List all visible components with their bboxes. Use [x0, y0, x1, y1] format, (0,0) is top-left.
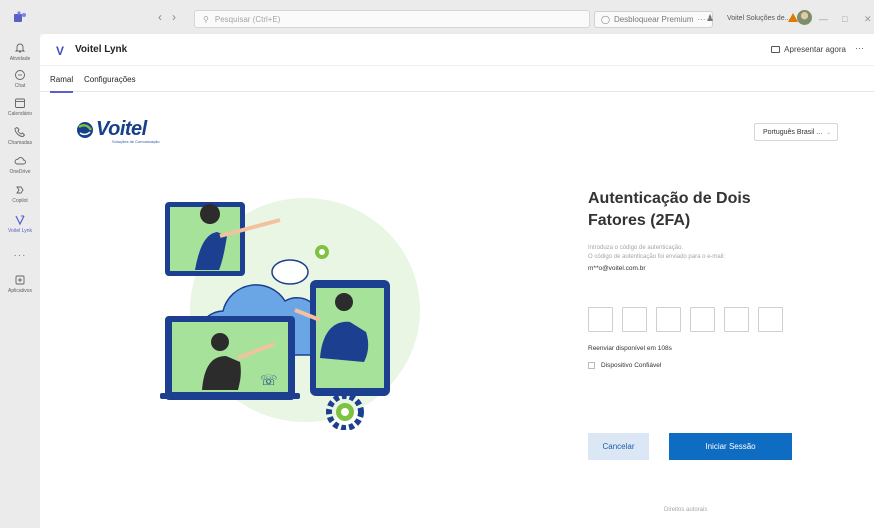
tab-ramal[interactable]: Ramal: [50, 75, 74, 93]
copilot-icon: [16, 186, 24, 194]
back-arrow-icon[interactable]: ‹: [158, 10, 162, 24]
voitel-logo-icon: [77, 121, 93, 138]
tab-bar: Ramal Configurações: [40, 66, 874, 93]
rail-item-atividade[interactable]: Atividade: [0, 42, 40, 62]
bell-icon: [14, 43, 26, 53]
minimize-icon[interactable]: —: [819, 14, 828, 24]
rail-label: Atividade: [9, 56, 31, 62]
title-bar: ‹ › ⚲ Pesquisar (Ctrl+E) ◯ Desbloquear P…: [0, 0, 874, 34]
rail-label: Voitel Lynk: [8, 228, 32, 234]
more-options-icon[interactable]: ···: [855, 43, 864, 53]
info-line-2: O código de autenticação foi enviado par…: [588, 254, 726, 260]
logo-tagline: Soluções de Comunicação: [112, 139, 160, 144]
present-now-button[interactable]: Apresentar agora: [771, 45, 846, 54]
search-input[interactable]: ⚲ Pesquisar (Ctrl+E): [194, 10, 590, 28]
app-header: V Voitel Lynk Apresentar agora ···: [40, 34, 874, 66]
code-digit-input[interactable]: [622, 307, 647, 332]
rail-item-calendario[interactable]: Calendário: [0, 97, 40, 117]
apps-icon: [15, 275, 25, 285]
language-select[interactable]: Português Brasil ... ⌄: [754, 123, 838, 141]
masked-email: m**o@voitel.com.br: [588, 265, 646, 272]
rail-label: Chat: [14, 83, 26, 89]
more-apps-icon[interactable]: ···: [0, 250, 40, 261]
rail-item-voitel-lynk[interactable]: Voitel Lynk: [0, 214, 40, 234]
info-line-1: Introduza o código de autenticação.: [588, 245, 684, 251]
svg-text:☏: ☏: [260, 373, 278, 389]
rail-item-copilot[interactable]: Copilot: [0, 184, 40, 204]
trusted-device-option[interactable]: Dispositivo Confiável: [588, 362, 661, 369]
left-rail: Atividade Chat Calendário Chamadas OneDr…: [0, 34, 40, 528]
auth-instructions: Introduza o código de autenticação. O có…: [588, 244, 725, 262]
forward-arrow-icon[interactable]: ›: [172, 10, 176, 24]
copyright-text: Direitos autorais: [664, 507, 708, 513]
auth-title: Autenticação de Dois Fatores (2FA): [588, 190, 751, 229]
people-icon[interactable]: ♟: [706, 13, 714, 24]
rail-label: Calendário: [7, 111, 33, 117]
rail-item-onedrive[interactable]: OneDrive: [0, 155, 40, 175]
voitel-v-icon: V: [56, 44, 65, 58]
trusted-device-checkbox[interactable]: [588, 362, 595, 369]
chevron-down-icon: ⌄: [826, 129, 832, 136]
shield-icon: ◯: [601, 15, 610, 24]
rail-label: Chamadas: [7, 140, 33, 146]
tab-configuracoes[interactable]: Configurações: [84, 75, 136, 84]
voitel-icon: [15, 215, 25, 226]
close-icon[interactable]: ✕: [864, 14, 872, 25]
search-icon: ⚲: [203, 14, 209, 24]
rail-label: Copilot: [12, 198, 28, 204]
premium-label: Desbloquear Premium: [613, 15, 694, 24]
rail-item-chat[interactable]: Chat: [0, 69, 40, 89]
nav-arrows: ‹ ›: [158, 10, 176, 24]
screen-share-icon: [771, 46, 781, 53]
app-title: Voitel Lynk: [75, 44, 128, 55]
teams-logo-icon[interactable]: [0, 0, 40, 34]
more-icon: ···: [697, 15, 706, 24]
rail-label: Aplicativos: [8, 288, 32, 294]
rail-label: OneDrive: [9, 169, 31, 175]
org-name[interactable]: Voitel Soluções de...: [727, 15, 790, 22]
cloud-icon: [14, 157, 26, 165]
search-placeholder: Pesquisar (Ctrl+E): [214, 14, 281, 24]
resend-countdown: Reenviar disponível em 108s: [588, 345, 672, 352]
teams-window: ‹ › ⚲ Pesquisar (Ctrl+E) ◯ Desbloquear P…: [0, 0, 874, 528]
premium-button[interactable]: ◯ Desbloquear Premium ···: [594, 11, 713, 28]
code-digit-input[interactable]: [588, 307, 613, 332]
maximize-icon[interactable]: □: [842, 14, 847, 24]
rail-item-chamadas[interactable]: Chamadas: [0, 126, 40, 146]
cancel-button[interactable]: Cancelar: [588, 433, 649, 460]
auth-illustration: V ☏: [160, 198, 420, 430]
trusted-device-label: Dispositivo Confiável: [601, 362, 662, 369]
code-digit-input[interactable]: [724, 307, 749, 332]
rail-item-aplicativos[interactable]: Aplicativos: [0, 274, 40, 294]
phone-icon: [14, 126, 26, 137]
logo-word: Voitel: [96, 118, 147, 140]
code-inputs: [588, 307, 783, 332]
code-digit-input[interactable]: [690, 307, 715, 332]
code-digit-input[interactable]: [656, 307, 681, 332]
login-button[interactable]: Iniciar Sessão: [669, 433, 792, 460]
avatar[interactable]: [797, 10, 812, 25]
voitel-logo: Voitel Soluções de Comunicação: [76, 118, 160, 144]
calendar-icon: [15, 98, 25, 108]
present-label: Apresentar agora: [784, 45, 846, 54]
language-value: Português Brasil ...: [763, 128, 823, 136]
chat-icon: [15, 70, 25, 80]
main-panel: V Voitel Lynk Apresentar agora ··· Ramal…: [40, 34, 874, 528]
code-digit-input[interactable]: [758, 307, 783, 332]
